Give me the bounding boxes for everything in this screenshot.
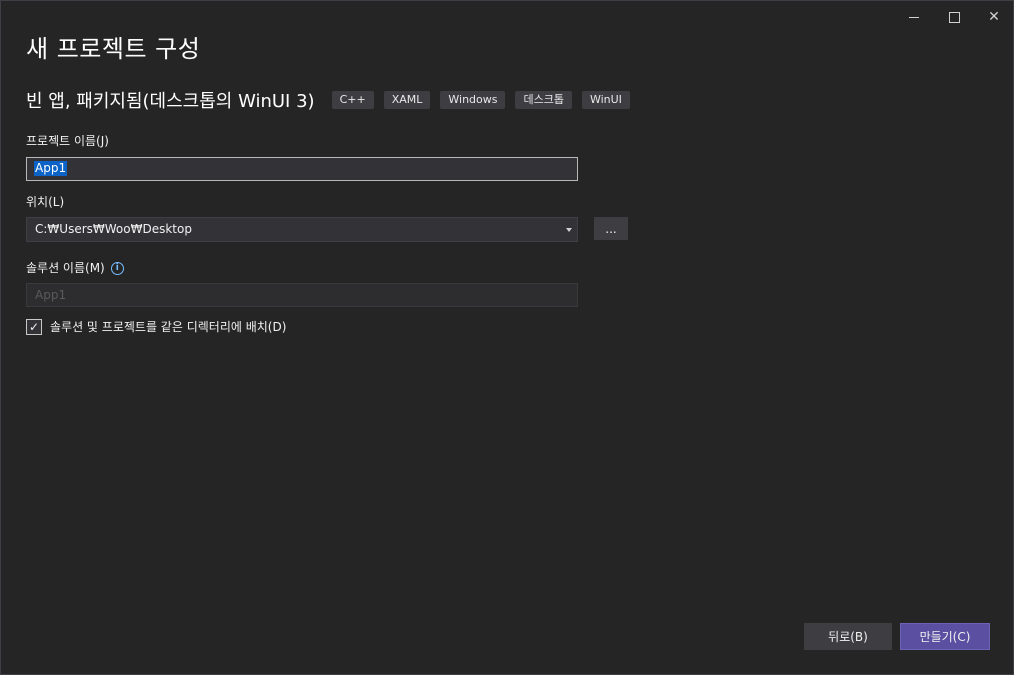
page-title: 새 프로젝트 구성 (26, 35, 201, 63)
chevron-down-icon[interactable] (566, 228, 572, 232)
create-button[interactable]: 만들기(C) (900, 623, 990, 650)
location-combobox[interactable]: C:₩Users₩Woo₩Desktop (26, 217, 578, 242)
close-icon: ✕ (988, 9, 1000, 25)
browse-button[interactable]: ... (594, 217, 628, 240)
minimize-icon (909, 16, 919, 18)
tag-windows: Windows (440, 91, 506, 109)
checkmark-icon: ✓ (28, 319, 40, 334)
template-name: 빈 앱, 패키지됨(데스크톱의 WinUI 3) (26, 91, 315, 112)
tag-xaml: XAML (383, 91, 431, 109)
info-icon[interactable]: i (110, 262, 124, 275)
location-label: 위치(L) (26, 195, 65, 209)
tag-winui: WinUI (581, 91, 630, 109)
maximize-button[interactable] (939, 7, 969, 27)
project-name-input[interactable]: App1 (26, 157, 578, 181)
close-button[interactable]: ✕ (979, 7, 1009, 27)
template-header: 빈 앱, 패키지됨(데스크톱의 WinUI 3) C++ XAML Window… (26, 87, 640, 113)
solution-name-label: 솔루션 이름(M) (26, 261, 105, 275)
dialog-window: ✕ 새 프로젝트 구성 빈 앱, 패키지됨(데스크톱의 WinUI 3) C++… (0, 0, 1014, 675)
location-value: C:₩Users₩Woo₩Desktop (35, 222, 192, 236)
tag-desktop: 데스크톱 (515, 91, 572, 109)
project-name-value: App1 (34, 161, 68, 176)
back-button[interactable]: 뒤로(B) (804, 623, 892, 650)
maximize-icon (948, 11, 960, 23)
same-directory-option[interactable]: ✓ 솔루션 및 프로젝트를 같은 디렉터리에 배치(D) (26, 318, 286, 335)
tag-cpp: C++ (331, 91, 374, 109)
solution-name-input: App1 (26, 283, 578, 307)
project-name-label: 프로젝트 이름(J) (26, 134, 109, 148)
same-directory-label[interactable]: 솔루션 및 프로젝트를 같은 디렉터리에 배치(D) (50, 318, 286, 335)
same-directory-checkbox[interactable]: ✓ (26, 318, 42, 335)
solution-name-value: App1 (35, 288, 67, 302)
solution-name-label-row: 솔루션 이름(M) i (26, 259, 124, 276)
minimize-button[interactable] (899, 7, 929, 27)
